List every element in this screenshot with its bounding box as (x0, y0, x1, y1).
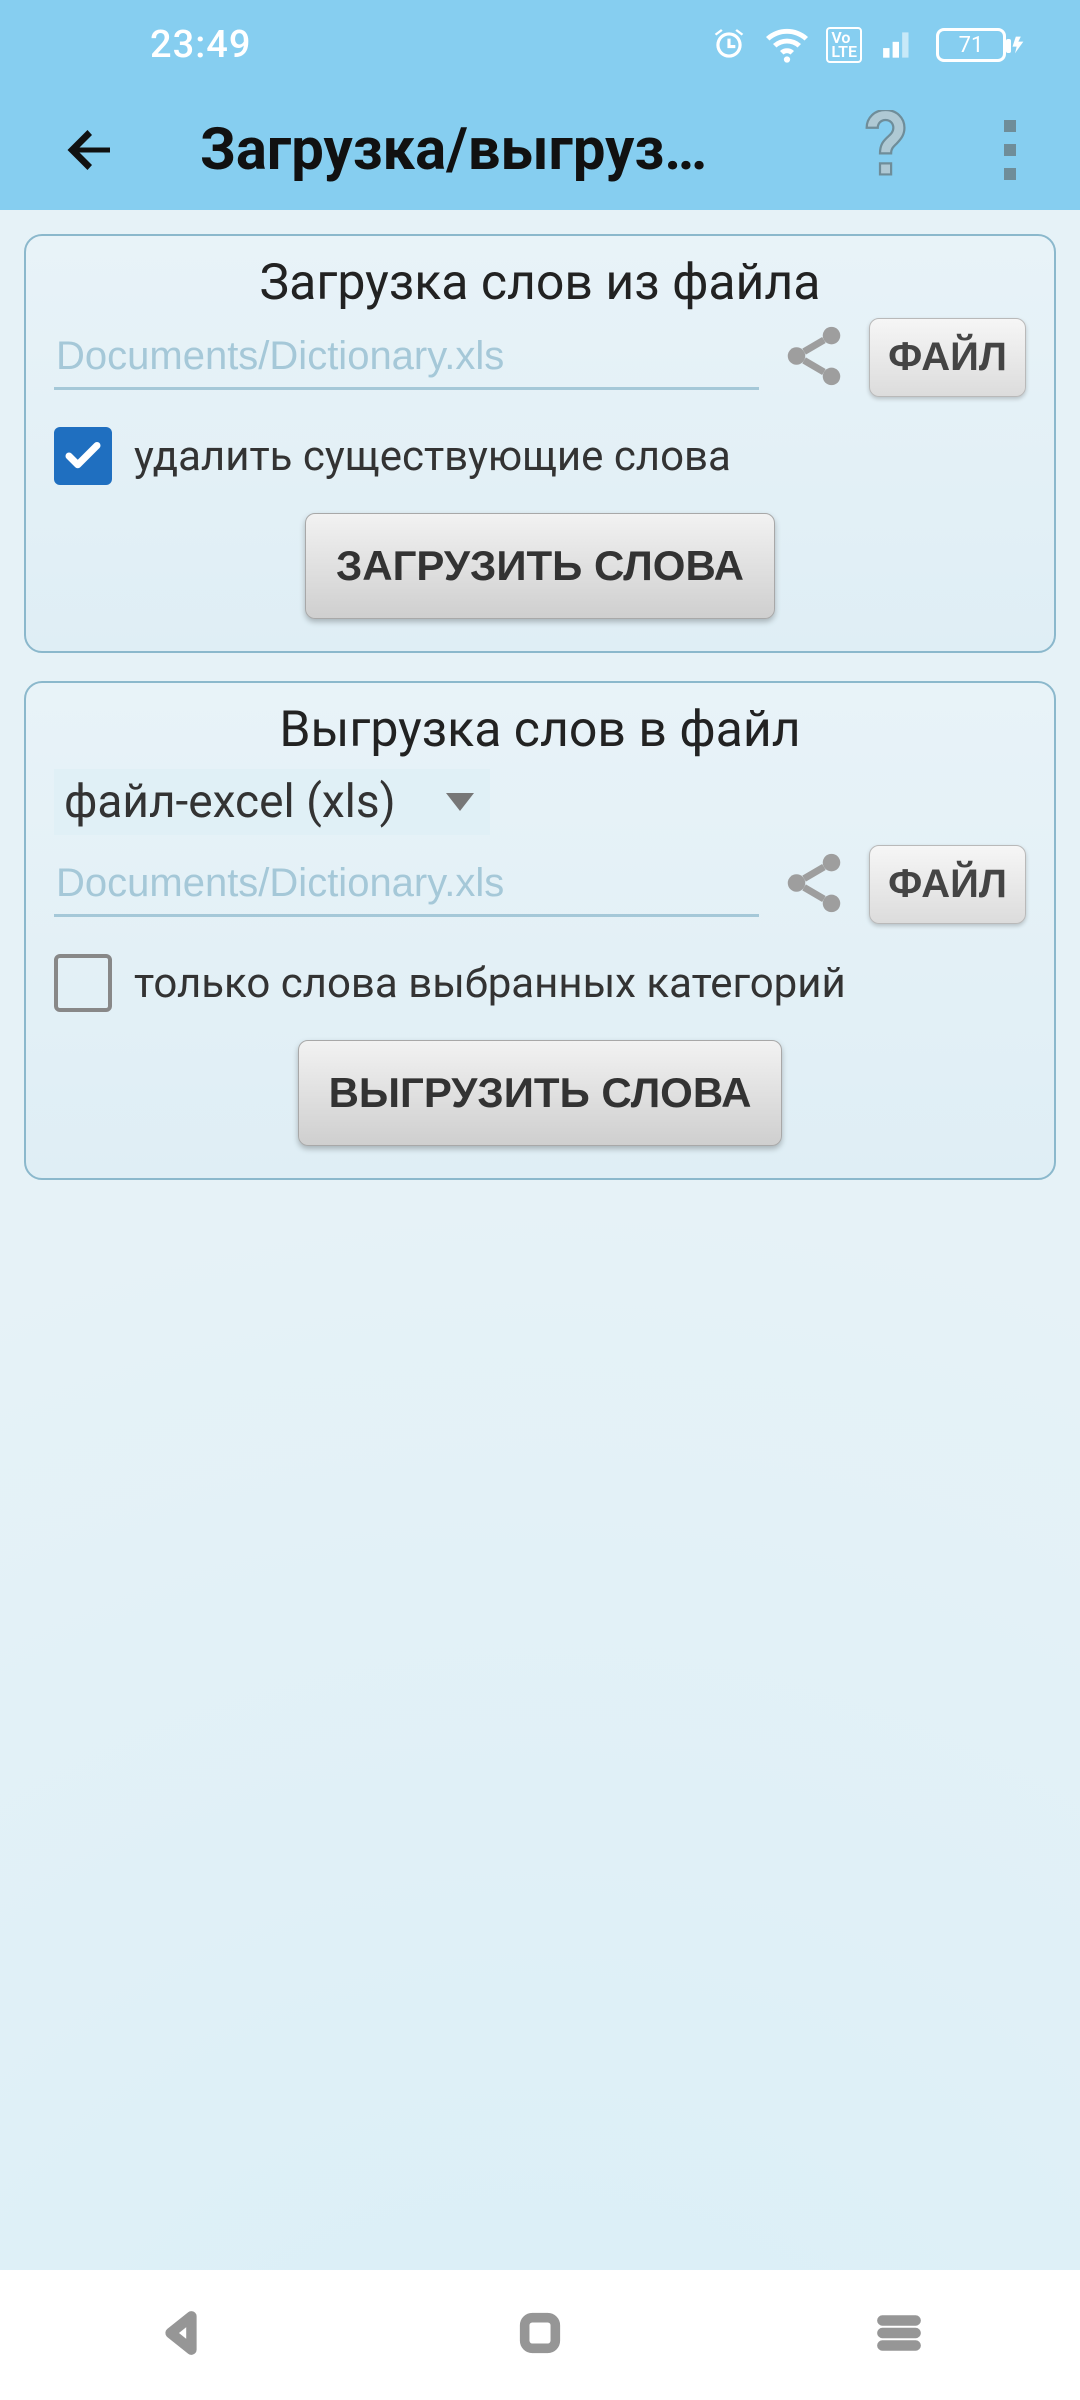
unload-path-input[interactable] (54, 853, 759, 917)
unload-card: Выгрузка слов в файл файл-excel (xls) ФА… (24, 681, 1056, 1180)
file-format-dropdown[interactable]: файл-excel (xls) (54, 769, 490, 835)
load-share-button[interactable] (779, 321, 849, 395)
unload-file-button[interactable]: ФАЙЛ (869, 845, 1026, 924)
delete-existing-row[interactable]: удалить существующие слова (54, 427, 1026, 485)
status-bar: 23:49 VoLTE 71 (0, 0, 1080, 90)
back-button[interactable] (50, 110, 130, 190)
help-icon (863, 110, 917, 190)
unload-words-button[interactable]: ВЫГРУЗИТЬ СЛОВА (298, 1040, 783, 1146)
file-format-selected: файл-excel (xls) (64, 775, 396, 829)
page-title: Загрузка/выгруз… (170, 116, 810, 184)
nav-home-button[interactable] (517, 2310, 563, 2360)
nav-back-button[interactable] (156, 2308, 206, 2362)
alarm-icon (710, 26, 748, 64)
unload-card-title: Выгрузка слов в файл (54, 701, 1026, 759)
content-area: Загрузка слов из файла ФАЙЛ удалить суще… (0, 210, 1080, 2270)
load-words-button[interactable]: ЗАГРУЗИТЬ СЛОВА (305, 513, 775, 619)
triangle-back-icon (156, 2308, 206, 2358)
square-home-icon (517, 2310, 563, 2356)
delete-existing-checkbox[interactable] (54, 427, 112, 485)
system-nav-bar (0, 2270, 1080, 2400)
nav-recents-button[interactable] (874, 2308, 924, 2362)
app-bar: Загрузка/выгруз… (0, 90, 1080, 210)
checkmark-icon (62, 435, 104, 477)
chevron-down-icon (446, 793, 474, 811)
unload-file-row: ФАЙЛ (54, 845, 1026, 924)
share-icon (779, 321, 849, 391)
volte-icon: VoLTE (826, 27, 862, 63)
load-card-title: Загрузка слов из файла (54, 254, 1026, 312)
wifi-icon (766, 24, 808, 66)
overflow-menu-button[interactable] (970, 110, 1050, 190)
load-file-row: ФАЙЛ (54, 318, 1026, 397)
arrow-back-icon (60, 120, 120, 180)
unload-share-button[interactable] (779, 848, 849, 922)
more-vert-icon (1003, 120, 1017, 180)
load-path-input[interactable] (54, 326, 759, 390)
only-selected-label: только слова выбранных категорий (134, 959, 846, 1008)
status-icons: VoLTE 71 (710, 24, 1030, 66)
share-icon (779, 848, 849, 918)
status-time: 23:49 (150, 23, 251, 67)
only-selected-checkbox[interactable] (54, 954, 112, 1012)
charging-icon (1010, 28, 1030, 62)
load-card: Загрузка слов из файла ФАЙЛ удалить суще… (24, 234, 1056, 653)
signal-icon (880, 26, 918, 64)
battery-icon: 71 (936, 28, 1030, 62)
help-button[interactable] (850, 110, 930, 190)
load-file-button[interactable]: ФАЙЛ (869, 318, 1026, 397)
delete-existing-label: удалить существующие слова (134, 432, 731, 481)
menu-recents-icon (874, 2308, 924, 2358)
only-selected-row[interactable]: только слова выбранных категорий (54, 954, 1026, 1012)
battery-level: 71 (959, 33, 984, 58)
